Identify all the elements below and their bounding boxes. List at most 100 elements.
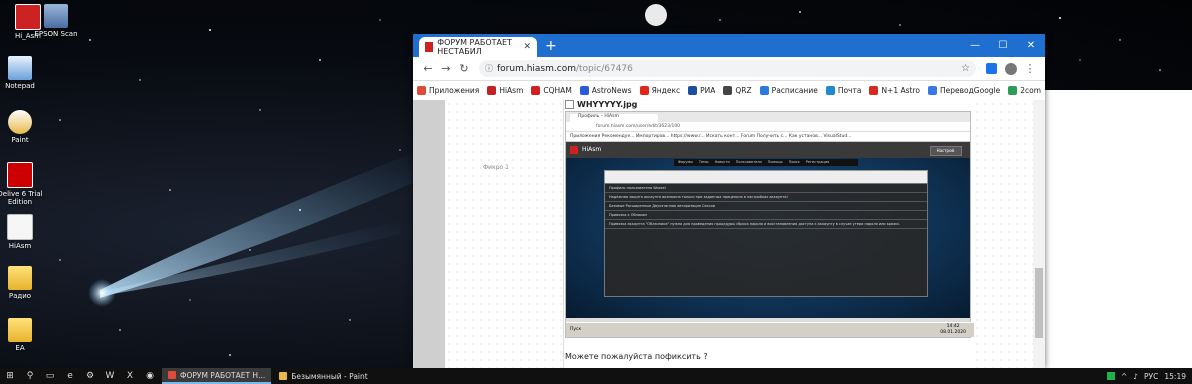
- extension-icon[interactable]: [986, 63, 997, 74]
- reload-button[interactable]: ↻: [455, 62, 473, 75]
- app-icon: [168, 371, 176, 379]
- folder-icon: [8, 318, 32, 342]
- left-margin: [413, 100, 445, 368]
- nested-tab: Профиль – HiAsm: [570, 114, 658, 122]
- bookmark-item[interactable]: РИА: [688, 86, 715, 95]
- hiasm-favicon-icon: [425, 42, 434, 52]
- scrollbar[interactable]: [1033, 100, 1045, 368]
- clock[interactable]: 15:19: [1164, 372, 1186, 381]
- language-indicator[interactable]: РУС: [1144, 372, 1158, 381]
- nested-menu-item: Темы: [698, 160, 709, 164]
- edge-icon[interactable]: e: [60, 368, 80, 384]
- bookmark-favicon-icon: [927, 86, 937, 95]
- nested-menu-item: Пользователи: [735, 160, 762, 164]
- menu-icon[interactable]: ⋮: [1021, 62, 1039, 75]
- bookmark-star-icon[interactable]: ☆: [961, 63, 970, 74]
- delive-icon: [7, 162, 33, 188]
- nested-menu: Форумы Темы Новости Пользователи Помощь Поиск…: [674, 159, 858, 166]
- search-icon[interactable]: ⚲: [20, 368, 40, 384]
- task-view-icon[interactable]: ▭: [40, 368, 60, 384]
- nested-panel-row: Привязка к Облакам: [605, 211, 927, 220]
- post-author-column: Фикро 1: [477, 100, 564, 368]
- nested-panel-row: Базовые Расширенные Двухэтапная авториза…: [605, 202, 927, 211]
- bookmark-favicon-icon: [531, 86, 541, 95]
- attachment-title[interactable]: WHYYYYY.jpg: [565, 100, 637, 109]
- globe-icon[interactable]: [645, 4, 667, 26]
- desktop-icon-notepad[interactable]: Notepad: [0, 56, 46, 90]
- left-pattern: [445, 100, 477, 368]
- folder-icon: [8, 266, 32, 290]
- info-icon: ⓘ: [485, 64, 493, 73]
- desktop-icon-delive[interactable]: Delive 6 Trial Edition: [0, 162, 46, 206]
- page-content: Фикро 1 WHYYYYY.jpg Профиль – HiAsm foru…: [413, 100, 1045, 368]
- browser-window: ФОРУМ РАБОТАЕТ НЕСТАБИЛ ✕ + — ☐ ✕ ← → ↻ …: [413, 34, 1045, 368]
- nested-menu-item: Регистрация: [805, 160, 830, 164]
- taskbar-app-button[interactable]: Безымянный - Paint: [273, 368, 373, 384]
- bookmark-item[interactable]: QRZ: [723, 86, 752, 95]
- bookmark-item[interactable]: Приложения: [417, 86, 479, 95]
- bookmark-favicon-icon: [579, 86, 589, 95]
- bookmark-item[interactable]: CQHAM: [531, 86, 572, 95]
- bookmark-item[interactable]: Расписание: [759, 86, 818, 95]
- scrollbar-thumb[interactable]: [1035, 268, 1043, 338]
- desktop-icon-epson-scan[interactable]: EPSON Scan: [30, 4, 82, 38]
- paint-icon: [8, 110, 32, 134]
- new-tab-button[interactable]: +: [545, 38, 557, 54]
- bookmark-item[interactable]: HiAsm: [487, 86, 523, 95]
- bookmark-favicon-icon: [825, 86, 835, 95]
- forward-button[interactable]: →: [437, 62, 455, 75]
- settings-icon[interactable]: ⚙: [80, 368, 100, 384]
- bookmark-favicon-icon: [688, 86, 698, 95]
- taskbar-app-button[interactable]: ФОРУМ РАБОТАЕТ Н...: [162, 368, 272, 384]
- browser-titlebar: ФОРУМ РАБОТАЕТ НЕСТАБИЛ ✕ + — ☐ ✕: [413, 34, 1045, 57]
- excel-icon[interactable]: X: [120, 368, 140, 384]
- nested-panel-row: Надёжная защита аккаунта возможна только…: [605, 193, 927, 202]
- notepad-icon: [8, 56, 32, 80]
- word-icon[interactable]: W: [100, 368, 120, 384]
- nested-panel-row: Привязка аккаунта "Облачника" нужна для …: [605, 220, 927, 229]
- back-button[interactable]: ←: [419, 62, 437, 75]
- bookmark-favicon-icon: [723, 86, 733, 95]
- bookmark-favicon-icon: [1008, 86, 1018, 95]
- nested-menu-item: Новости: [714, 160, 730, 164]
- maximize-button[interactable]: ☐: [989, 40, 1017, 51]
- address-bar[interactable]: ⓘ forum.hiasm.com/topic/67476 ☆: [479, 60, 976, 77]
- bookmark-item[interactable]: N+1 Astro: [869, 86, 920, 95]
- nvidia-icon[interactable]: [1106, 372, 1115, 380]
- close-tab-icon[interactable]: ✕: [523, 42, 531, 52]
- bookmark-favicon-icon: [759, 86, 769, 95]
- scanner-icon: [44, 4, 68, 28]
- post-text: Можете пожалуйста пофиксить ?: [565, 352, 708, 361]
- close-window-button[interactable]: ✕: [1017, 40, 1045, 51]
- desktop-icon-paint[interactable]: Paint: [0, 110, 46, 144]
- nested-menu-item: Поиск: [788, 160, 800, 164]
- bookmark-item[interactable]: Почта: [825, 86, 861, 95]
- bookmark-favicon-icon: [869, 86, 879, 95]
- nested-page-body: Форумы Темы Новости Пользователи Помощь Поиск…: [566, 158, 970, 318]
- desktop-icon-ea[interactable]: EA: [0, 318, 46, 352]
- chevron-up-icon[interactable]: ^: [1121, 372, 1127, 381]
- desktop-icon-radio[interactable]: Радио: [0, 266, 46, 300]
- bookmarks-bar: Приложения HiAsm CQHAM AstroNews Яндекс РИА QR…: [413, 81, 1045, 101]
- browser-navbar: ← → ↻ ⓘ forum.hiasm.com/topic/67476 ☆ ⋮: [413, 57, 1045, 81]
- bookmark-favicon-icon: [417, 86, 426, 95]
- browser-tab[interactable]: ФОРУМ РАБОТАЕТ НЕСТАБИЛ ✕: [419, 37, 537, 57]
- nested-address: forum.hiasm.com/user/edit/3623/100: [566, 122, 970, 132]
- system-tray: ^ ♪ РУС 15:19: [1106, 372, 1192, 381]
- windows-taskbar: ⊞ ⚲ ▭ e ⚙ W X ◉ ФОРУМ РАБОТАЕТ Н... Безым…: [0, 368, 1192, 384]
- chrome-icon[interactable]: ◉: [140, 368, 160, 384]
- hiasm-logo-icon: [570, 146, 578, 154]
- file-icon: [7, 214, 33, 240]
- nested-bookmarks: Приложения Рекомендуе... Импортиров... h…: [566, 132, 970, 142]
- profile-avatar[interactable]: [1005, 62, 1017, 75]
- desktop-icon-hiasm-file[interactable]: HiAsm: [0, 214, 46, 250]
- bookmark-item[interactable]: ПереводGoogle: [927, 86, 1000, 95]
- nested-profile-panel: Профиль пользователя Woozel Надёжная защи…: [604, 183, 928, 297]
- bookmark-item[interactable]: 2com: [1008, 86, 1041, 95]
- attached-screenshot[interactable]: Профиль – HiAsm forum.hiasm.com/user/edi…: [565, 111, 974, 338]
- volume-icon[interactable]: ♪: [1133, 372, 1138, 381]
- bookmark-item[interactable]: Яндекс: [639, 86, 680, 95]
- start-icon[interactable]: ⊞: [0, 368, 20, 384]
- bookmark-item[interactable]: AstroNews: [579, 86, 632, 95]
- minimize-button[interactable]: —: [961, 40, 989, 51]
